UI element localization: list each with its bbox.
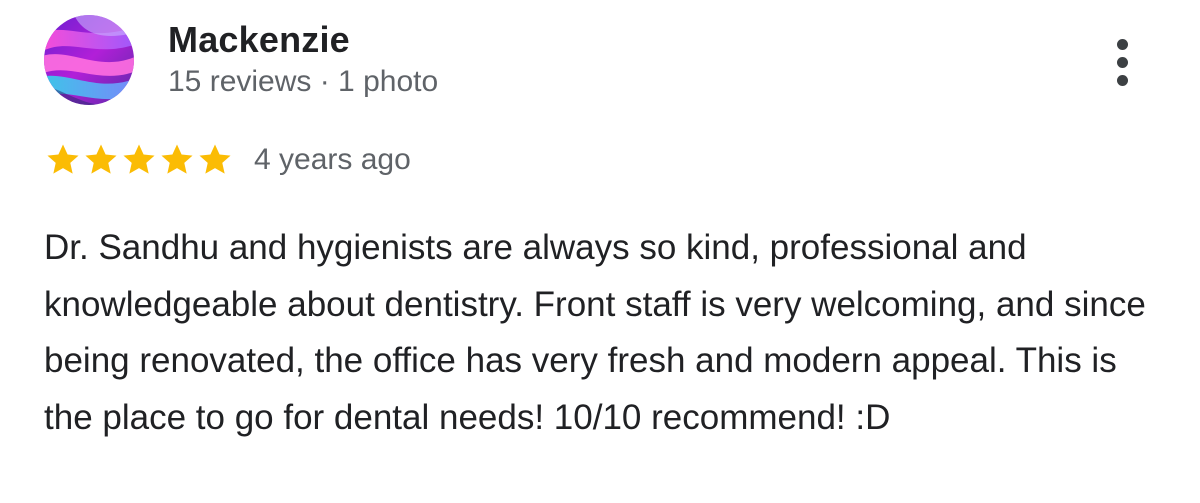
- more-vert-icon-dot: [1116, 56, 1128, 68]
- more-options-button[interactable]: [1100, 30, 1144, 94]
- review-date: 4 years ago: [254, 143, 411, 176]
- star-icon: [199, 144, 231, 174]
- review-text: Dr. Sandhu and hygienists are always so …: [44, 228, 1146, 437]
- avatar-image: [44, 15, 134, 105]
- star-icon: [161, 144, 193, 174]
- reviewer-name[interactable]: Mackenzie: [168, 20, 350, 60]
- star-icon: [47, 144, 79, 174]
- reviewer-meta: 15 reviews · 1 photo: [168, 65, 439, 98]
- rating-row: 4 years ago: [44, 140, 411, 180]
- more-vert-icon-dot: [1116, 74, 1128, 86]
- more-vert-icon: [1116, 38, 1128, 50]
- star-icon: [123, 144, 155, 174]
- star-rating: [44, 141, 234, 179]
- avatar[interactable]: [44, 15, 134, 105]
- review-card: Mackenzie 15 reviews · 1 photo 4 years a…: [0, 0, 1200, 503]
- star-icon: [85, 144, 117, 174]
